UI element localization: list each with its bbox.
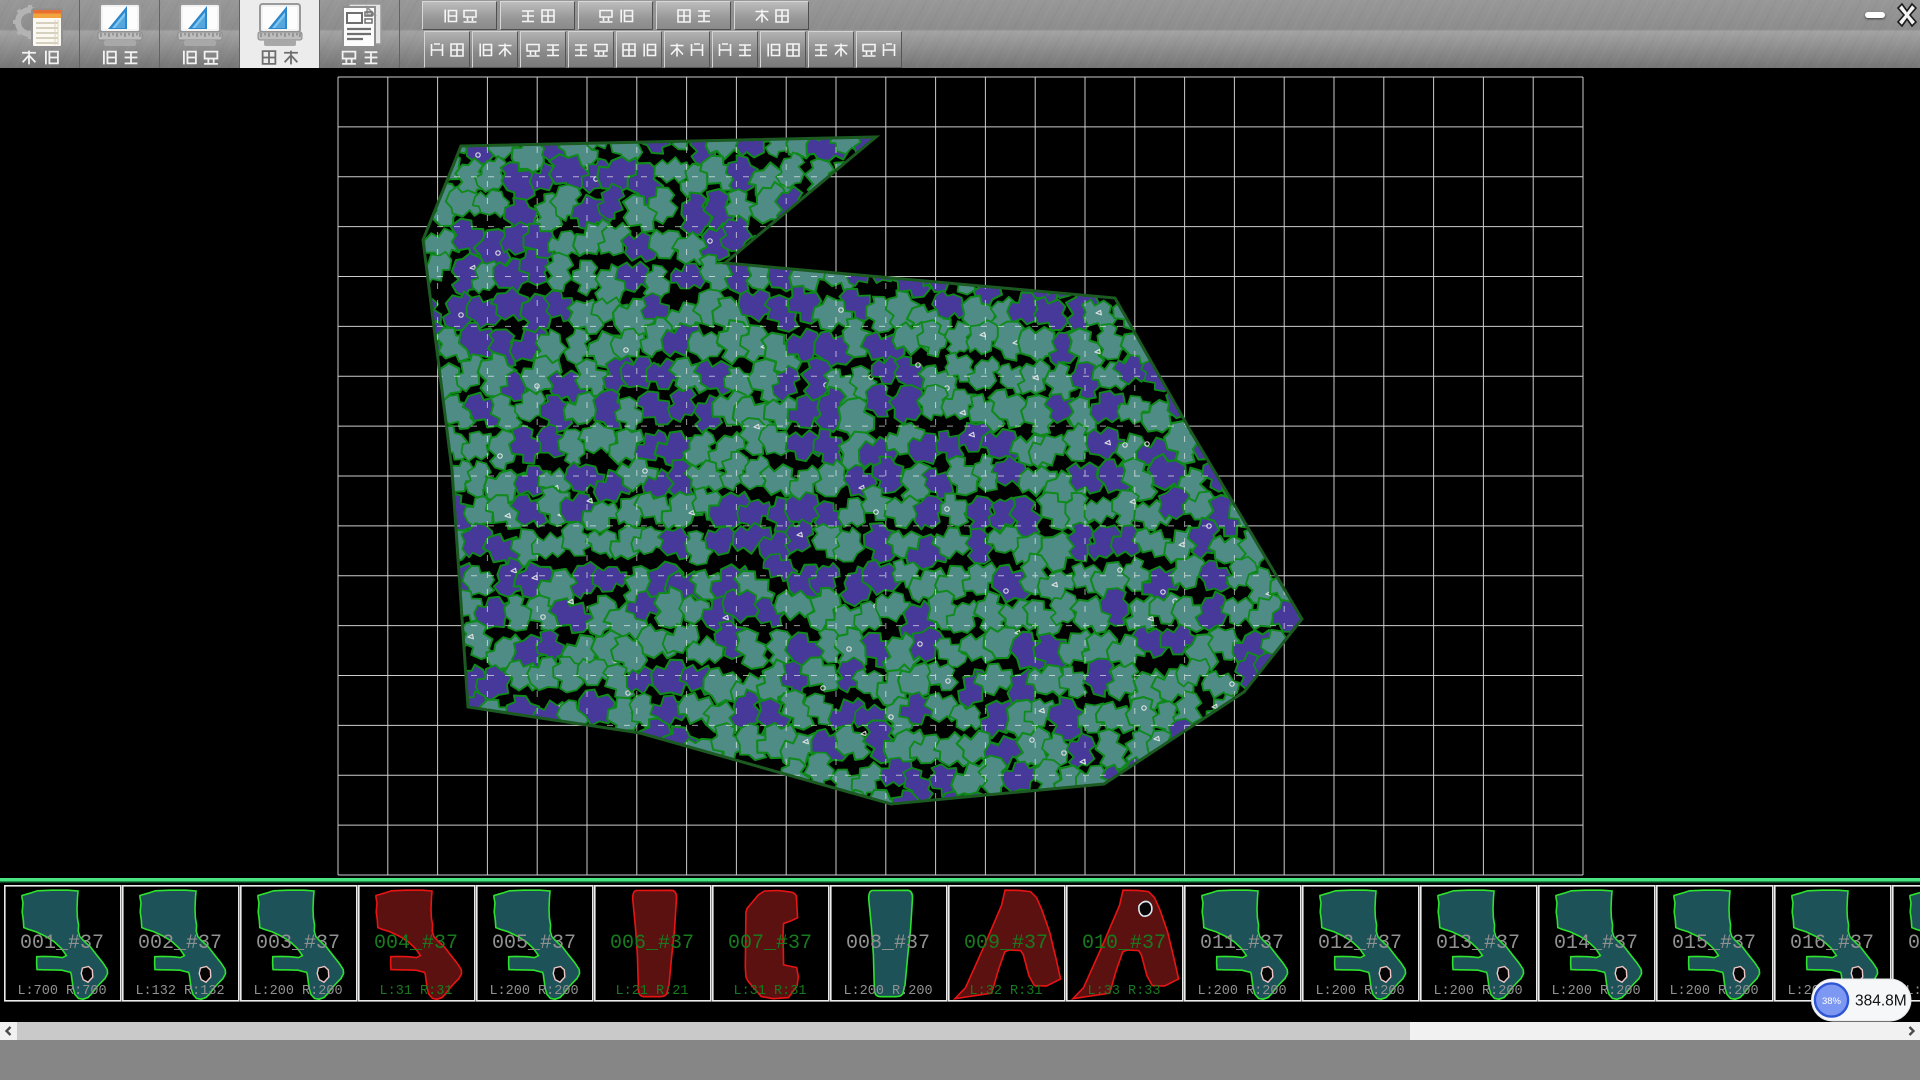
svg-text:017_#37: 017_#37 <box>1908 932 1920 955</box>
svg-text:012_#37: 012_#37 <box>1318 932 1402 955</box>
svg-text:L:31 R:31: L:31 R:31 <box>734 984 807 999</box>
svg-text:007_#37: 007_#37 <box>728 932 812 955</box>
svg-text:384.8M: 384.8M <box>1855 993 1907 1010</box>
svg-text:016_#37: 016_#37 <box>1790 932 1874 955</box>
svg-text:011_#37: 011_#37 <box>1200 932 1284 955</box>
svg-text:L:200 R:200: L:200 R:200 <box>1551 984 1640 999</box>
svg-text:L:200 R:200: L:200 R:200 <box>1669 984 1758 999</box>
svg-text:L:200 R:200: L:200 R:200 <box>1315 984 1404 999</box>
svg-text:L:132 R:132: L:132 R:132 <box>135 984 224 999</box>
svg-text:005_#37: 005_#37 <box>492 932 576 955</box>
svg-text:L:200 R:200: L:200 R:200 <box>1197 984 1286 999</box>
svg-text:L:21 R:21: L:21 R:21 <box>616 984 689 999</box>
svg-text:L:32 R:31: L:32 R:31 <box>970 984 1043 999</box>
svg-text:009_#37: 009_#37 <box>964 932 1048 955</box>
svg-text:L:33 R:33: L:33 R:33 <box>1088 984 1161 999</box>
svg-text:001_#37: 001_#37 <box>20 932 104 955</box>
svg-text:008_#37: 008_#37 <box>846 932 930 955</box>
svg-text:002_#37: 002_#37 <box>138 932 222 955</box>
svg-text:L:200 R:200: L:200 R:200 <box>1433 984 1522 999</box>
svg-text:006_#37: 006_#37 <box>610 932 694 955</box>
svg-text:004_#37: 004_#37 <box>374 932 458 955</box>
svg-text:L:200 R:200: L:200 R:200 <box>843 984 932 999</box>
svg-text:015_#37: 015_#37 <box>1672 932 1756 955</box>
svg-text:013_#37: 013_#37 <box>1436 932 1520 955</box>
svg-text:L:200 R:200: L:200 R:200 <box>489 984 578 999</box>
svg-text:003_#37: 003_#37 <box>256 932 340 955</box>
svg-text:014_#37: 014_#37 <box>1554 932 1638 955</box>
svg-text:38%: 38% <box>1822 996 1842 1007</box>
svg-text:L:200 R:200: L:200 R:200 <box>253 984 342 999</box>
svg-text:L:700 R:700: L:700 R:700 <box>17 984 106 999</box>
svg-text:010_#37: 010_#37 <box>1082 932 1166 955</box>
svg-text:L:31 R:31: L:31 R:31 <box>380 984 453 999</box>
